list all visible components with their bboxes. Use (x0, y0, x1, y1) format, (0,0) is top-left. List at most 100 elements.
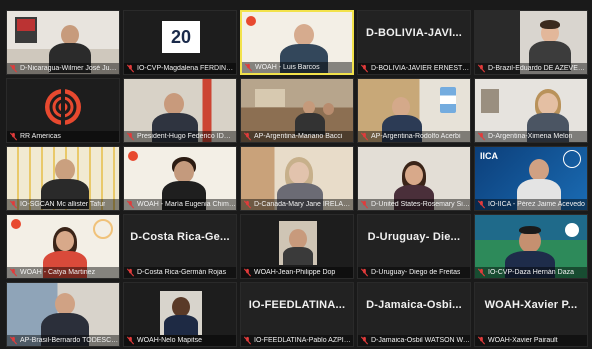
participant-display-name: D-BOLIVIA-JAVI... (365, 27, 463, 39)
participant-tile[interactable]: D-Brazil-Eduardo DE AZEVEDO PED (474, 10, 588, 75)
participant-tile[interactable]: WOAH-Jean-Philippe Dop (240, 214, 354, 279)
participant-footer: AP-Argentina-Rodolfo Acerbi (358, 131, 470, 142)
participant-tile[interactable]: D-Costa Rica-Ge... D-Costa Rica-Germán R… (123, 214, 237, 279)
participant-footer: WOAH-Jean-Philippe Dop (241, 267, 353, 278)
participant-tile[interactable]: AP-Argentina-Mariano Bacci (240, 78, 354, 143)
participant-footer: RR Americas (7, 131, 119, 142)
logo-icon (11, 219, 21, 229)
mic-muted-icon (243, 132, 252, 141)
mic-muted-icon (477, 132, 486, 141)
participant-name: IO-CVP-Magdalena FERDINAND (137, 65, 236, 72)
participant-name: RR Americas (20, 133, 61, 140)
participant-name: D-Canada-Mary Jane IRELAND Irel... (254, 201, 353, 208)
participant-tile-active-speaker[interactable]: WOAH - Luis Barcos (240, 10, 354, 75)
participant-tile[interactable]: IO-FEEDLATINA... IO-FEEDLATINA-Pablo AZP… (240, 282, 354, 347)
participant-name: D-Nicaragua-Wilmer José Juárez Juár... (20, 65, 119, 72)
participant-name: D-Brazil-Eduardo DE AZEVEDO PED (488, 65, 587, 72)
participant-footer: IO-FEEDLATINA-Pablo AZPIROZ (241, 335, 353, 346)
mic-muted-icon (244, 63, 253, 72)
participant-footer: WOAH - María Eugenia Chimenti (124, 199, 236, 210)
mic-muted-icon (9, 64, 18, 73)
participant-footer: D-Jamaica-Osbil WATSON Watson (358, 335, 470, 346)
organization-logo-icon (45, 87, 81, 127)
argentina-flag-icon (440, 87, 456, 113)
mic-muted-icon (126, 268, 135, 277)
mic-muted-icon (477, 268, 486, 277)
organization-logo: IICA (480, 151, 498, 161)
participant-name: D-Argentina-Ximena Melon (488, 133, 573, 140)
participant-footer: WOAH - Catya Martinez (7, 267, 119, 278)
participant-tile[interactable]: D-Canada-Mary Jane IRELAND Irel... (240, 146, 354, 211)
mic-muted-icon (9, 268, 18, 277)
participant-footer: AP-Brasil-Bernardo TODESCHINI (7, 335, 119, 346)
participant-name: President-Hugo Federico IDOYAG... (137, 133, 236, 140)
participant-tile[interactable]: President-Hugo Federico IDOYAG... (123, 78, 237, 143)
mic-muted-icon (9, 336, 18, 345)
participant-name: WOAH - Luis Barcos (255, 64, 320, 71)
participant-footer: President-Hugo Federico IDOYAG... (124, 131, 236, 142)
logo: 20 (162, 21, 200, 53)
participant-name: AP-Brasil-Bernardo TODESCHINI (20, 337, 119, 344)
participant-tile[interactable]: IO-CVP-Daza Hernán Daza (474, 214, 588, 279)
participant-tile[interactable]: IO-SGCAN Mc allister Tafur (6, 146, 120, 211)
participant-footer: IO-CVP-Magdalena FERDINAND (124, 63, 236, 74)
participant-tile[interactable]: D-Jamaica-Osbi... D-Jamaica-Osbil WATSON… (357, 282, 471, 347)
participant-name: IO-IICA - Pérez Jaime Acevedo (488, 201, 585, 208)
badge-icon (93, 219, 113, 239)
participant-footer: D-Argentina-Ximena Melon (475, 131, 587, 142)
participant-tile[interactable]: D-Argentina-Ximena Melon (474, 78, 588, 143)
participant-tile[interactable]: D-United States-Rosemary Sifford (357, 146, 471, 211)
mic-muted-icon (126, 336, 135, 345)
participant-name: IO-CVP-Daza Hernán Daza (488, 269, 574, 276)
mic-muted-icon (360, 200, 369, 209)
mic-muted-icon (126, 64, 135, 73)
avatar (279, 221, 317, 265)
participant-tile[interactable]: D-BOLIVIA-JAVI... D-BOLIVIA-JAVIER ERNES… (357, 10, 471, 75)
logo-icon (246, 16, 256, 26)
participant-name: AP-Argentina-Rodolfo Acerbi (371, 133, 461, 140)
participant-tile[interactable]: D-Nicaragua-Wilmer José Juárez Juár... (6, 10, 120, 75)
participant-tile[interactable]: WOAH-Xavier P... WOAH-Xavier Pairault (474, 282, 588, 347)
mic-muted-icon (360, 336, 369, 345)
participant-tile[interactable]: RR Americas (6, 78, 120, 143)
participant-tile[interactable]: D-Uruguay- Die... D-Uruguay- Diego de Fr… (357, 214, 471, 279)
participant-footer: D-BOLIVIA-JAVIER ERNESTO SUA... (358, 63, 470, 74)
participant-tile[interactable]: 20 IO-CVP-Magdalena FERDINAND (123, 10, 237, 75)
mic-muted-icon (9, 132, 18, 141)
participant-footer: WOAH-Nelo Mapitse (124, 335, 236, 346)
participant-tile[interactable]: WOAH - Catya Martinez (6, 214, 120, 279)
badge-icon (565, 223, 579, 237)
participant-name: D-BOLIVIA-JAVIER ERNESTO SUA... (371, 65, 470, 72)
participant-display-name: D-Costa Rica-Ge... (130, 231, 230, 243)
mic-muted-icon (126, 132, 135, 141)
participant-name: WOAH-Jean-Philippe Dop (254, 269, 336, 276)
participant-display-name: WOAH-Xavier P... (484, 299, 578, 311)
participant-footer: IO-IICA - Pérez Jaime Acevedo (475, 199, 587, 210)
participant-tile[interactable]: AP-Argentina-Rodolfo Acerbi (357, 78, 471, 143)
participant-name: WOAH-Xavier Pairault (488, 337, 558, 344)
participant-footer: D-Brazil-Eduardo DE AZEVEDO PED (475, 63, 587, 74)
mic-muted-icon (243, 268, 252, 277)
participant-name: WOAH-Nelo Mapitse (137, 337, 202, 344)
participant-footer: IO-SGCAN Mc allister Tafur (7, 199, 119, 210)
mic-muted-icon (243, 336, 252, 345)
participant-tile[interactable]: IICA IO-IICA - Pérez Jaime Acevedo (474, 146, 588, 211)
mic-muted-icon (360, 64, 369, 73)
participant-name: WOAH - Catya Martinez (20, 269, 96, 276)
participant-footer: AP-Argentina-Mariano Bacci (241, 131, 353, 142)
participant-footer: IO-CVP-Daza Hernán Daza (475, 267, 587, 278)
participant-name: WOAH - María Eugenia Chimenti (137, 201, 236, 208)
participant-tile[interactable]: AP-Brasil-Bernardo TODESCHINI (6, 282, 120, 347)
participant-footer: D-Uruguay- Diego de Freitas (358, 267, 470, 278)
participant-footer: WOAH-Xavier Pairault (475, 335, 587, 346)
badge-icon (563, 150, 581, 168)
participant-tile[interactable]: WOAH-Nelo Mapitse (123, 282, 237, 347)
participant-tile[interactable]: WOAH - María Eugenia Chimenti (123, 146, 237, 211)
participant-name: D-United States-Rosemary Sifford (371, 201, 470, 208)
logo-icon (128, 151, 138, 161)
participant-display-name: D-Jamaica-Osbi... (366, 299, 462, 311)
mic-muted-icon (360, 132, 369, 141)
mic-muted-icon (360, 268, 369, 277)
mic-muted-icon (243, 200, 252, 209)
participant-name: IO-FEEDLATINA-Pablo AZPIROZ (254, 337, 353, 344)
